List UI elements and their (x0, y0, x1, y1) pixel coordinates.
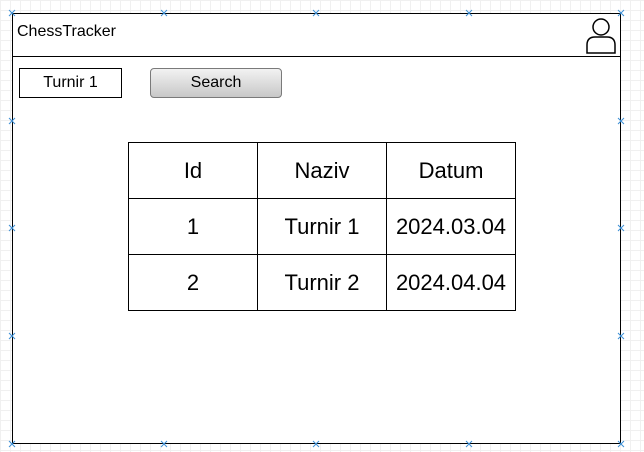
app-title: ChessTracker (17, 23, 116, 40)
header-bar: ChessTracker (13, 14, 620, 57)
cell-naziv: Turnir 1 (257, 198, 387, 255)
cell-id: 1 (128, 198, 258, 255)
cell-datum: 2024.04.04 (386, 254, 516, 311)
table-row[interactable]: 2 Turnir 2 2024.04.04 (128, 254, 516, 311)
app-window: ChessTracker Search Id Naziv Datum 1 Tur… (12, 13, 621, 444)
search-input[interactable] (19, 68, 122, 98)
user-icon[interactable] (584, 16, 618, 54)
cell-id: 2 (128, 254, 258, 311)
results-table: Id Naziv Datum 1 Turnir 1 2024.03.04 2 T… (128, 142, 516, 311)
search-button[interactable]: Search (150, 68, 282, 98)
table-row[interactable]: 1 Turnir 1 2024.03.04 (128, 198, 516, 255)
column-header-naziv: Naziv (257, 142, 387, 199)
column-header-datum: Datum (386, 142, 516, 199)
cell-datum: 2024.03.04 (386, 198, 516, 255)
cell-naziv: Turnir 2 (257, 254, 387, 311)
column-header-id: Id (128, 142, 258, 199)
table-header-row: Id Naziv Datum (128, 142, 516, 199)
